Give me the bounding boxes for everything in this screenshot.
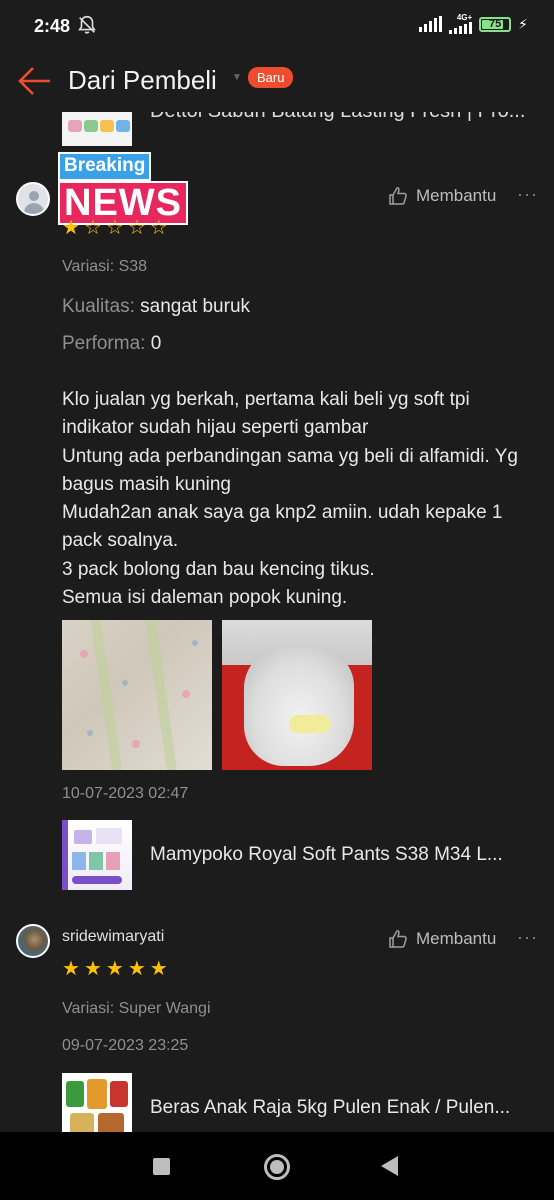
review-text: Klo jualan yg berkah, pertama kali beli … xyxy=(62,389,518,609)
status-bar: 2:48 4G+ 75 ⚡ xyxy=(0,0,554,52)
page-title: Dari Pembeli xyxy=(68,65,217,95)
back-triangle-icon[interactable] xyxy=(381,1156,398,1176)
performance-value: 0 xyxy=(150,333,162,354)
helpful-label: Membantu xyxy=(416,186,497,205)
star-empty-icon: ☆ xyxy=(149,217,168,239)
status-icons: 4G+ 75 ⚡ xyxy=(419,14,528,34)
home-circle-icon[interactable] xyxy=(264,1154,290,1180)
review-date: 10-07-2023 02:47 xyxy=(62,785,189,802)
star-filled-icon: ★ xyxy=(83,958,102,980)
new-badge: Baru xyxy=(248,67,294,88)
review-photo-1[interactable] xyxy=(62,620,212,770)
product-thumbnail xyxy=(62,112,132,146)
chevron-down-icon: ▼ xyxy=(232,72,242,83)
product-name: Dettol Sabun Batang Lasting Fresh | Pro.… xyxy=(150,112,525,123)
star-filled-icon: ★ xyxy=(127,958,146,980)
review-photo-2[interactable] xyxy=(222,620,372,770)
recents-square-icon[interactable] xyxy=(153,1158,170,1175)
charging-icon: ⚡ xyxy=(518,15,528,32)
arrow-left-icon[interactable] xyxy=(18,66,52,96)
signal-icon xyxy=(419,16,443,32)
star-filled-icon: ★ xyxy=(149,958,168,980)
star-filled-icon: ★ xyxy=(105,958,124,980)
helpful-button[interactable]: Membantu xyxy=(388,186,496,206)
product-name: Mamypoko Royal Soft Pants S38 M34 L... xyxy=(150,844,503,865)
variation-label: Variasi: S38 xyxy=(62,258,148,275)
avatar xyxy=(16,924,50,958)
avatar xyxy=(16,182,50,216)
sticker-breaking: Breaking xyxy=(58,152,152,181)
status-time: 2:48 xyxy=(34,15,71,36)
quality-line: Kualitas: sangat buruk xyxy=(62,296,250,318)
network-label: 4G+ xyxy=(456,13,473,22)
performance-label: Performa: xyxy=(62,333,146,354)
signal-4g-icon: 4G+ xyxy=(449,13,473,34)
star-empty-icon: ☆ xyxy=(127,217,146,239)
star-empty-icon: ☆ xyxy=(83,217,102,239)
rating-stars: ★ ★ ★ ★ ★ xyxy=(62,959,168,979)
header: Dari Pembeli ▼ Baru xyxy=(0,52,554,112)
performance-line: Performa: 0 xyxy=(62,333,161,355)
thumbs-up-icon xyxy=(389,930,407,948)
helpful-button[interactable]: Membantu xyxy=(388,929,496,949)
helpful-label: Membantu xyxy=(416,929,497,948)
more-options-icon[interactable]: ··· xyxy=(517,184,538,205)
review-date: 09-07-2023 23:25 xyxy=(62,1037,189,1054)
star-filled-icon: ★ xyxy=(62,217,80,239)
navigation-bar xyxy=(0,1132,554,1200)
review-product-row[interactable]: Mamypoko Royal Soft Pants S38 M34 L... xyxy=(62,820,542,890)
top-product-row[interactable]: Dettol Sabun Batang Lasting Fresh | Pro.… xyxy=(62,112,542,148)
battery-icon: 75 xyxy=(479,16,512,32)
thumbs-up-icon xyxy=(389,187,407,205)
do-not-disturb-icon xyxy=(78,15,96,34)
quality-label: Kualitas: xyxy=(62,296,135,317)
username: sridewimaryati xyxy=(62,928,165,945)
product-thumbnail xyxy=(62,820,132,890)
variation-label: Variasi: Super Wangi xyxy=(62,1000,211,1017)
product-name: Beras Anak Raja 5kg Pulen Enak / Pulen..… xyxy=(150,1097,511,1118)
battery-percent: 75 xyxy=(489,18,502,30)
more-options-icon[interactable]: ··· xyxy=(517,927,538,948)
rating-stars: ★ ☆ ☆ ☆ ☆ xyxy=(62,218,168,238)
star-empty-icon: ☆ xyxy=(105,217,124,239)
quality-value: sangat buruk xyxy=(140,296,251,317)
star-filled-icon: ★ xyxy=(62,958,80,980)
